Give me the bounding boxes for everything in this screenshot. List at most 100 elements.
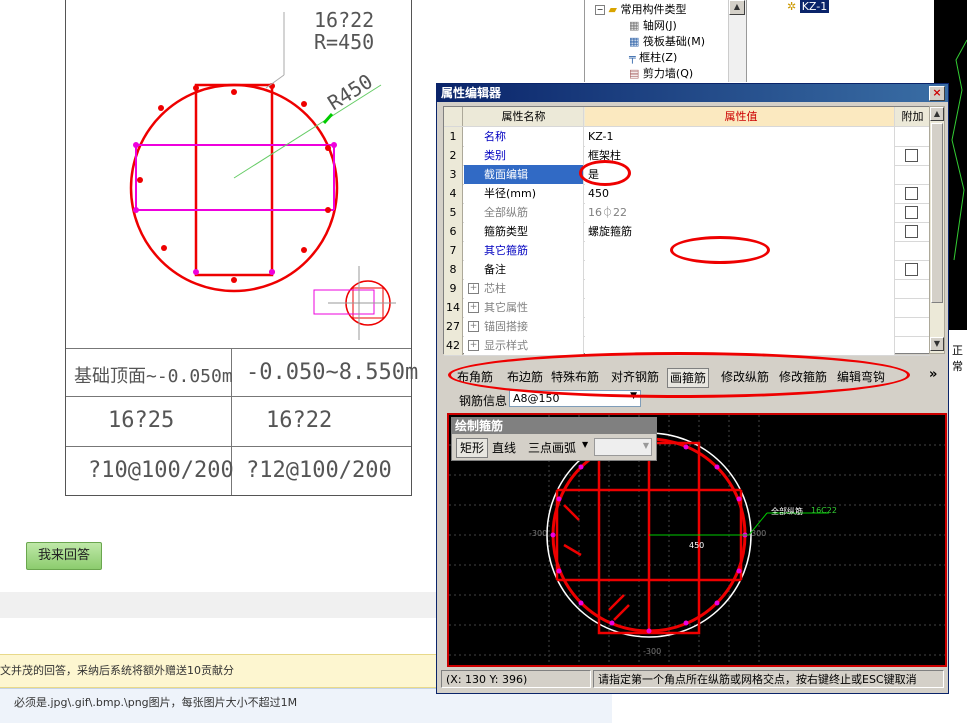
property-row[interactable]: 14 + 其它属性 bbox=[444, 298, 930, 318]
property-value[interactable]: 450 bbox=[585, 184, 895, 203]
stirrup-left: ?10@100/200 bbox=[88, 458, 234, 483]
property-row[interactable]: 2 类别 框架柱 bbox=[444, 146, 930, 166]
header-add: 附加 bbox=[901, 110, 924, 123]
property-add-cell bbox=[895, 203, 930, 222]
window-titlebar[interactable]: 属性编辑器 × bbox=[437, 84, 948, 102]
grid-icon: ▦ bbox=[629, 19, 640, 32]
annotation-ellipse-section bbox=[579, 160, 631, 186]
raft-icon: ▦ bbox=[629, 35, 640, 48]
toolbar-more-button[interactable]: » bbox=[929, 367, 937, 382]
property-value[interactable]: 是 bbox=[585, 165, 895, 184]
property-name: 备注 bbox=[464, 260, 584, 279]
property-name: 全部纵筋 bbox=[464, 203, 584, 222]
longbar-right: 16?22 bbox=[266, 408, 333, 433]
canvas-label-all: 全部纵筋 bbox=[771, 507, 803, 516]
longbar-left: 16?25 bbox=[108, 408, 175, 433]
property-grid: 属性名称 属性值 附加 1 名称 KZ-1 2 类别 框架柱 3 截面编辑是 4 半径(mm) 45… bbox=[443, 106, 931, 356]
scroll-thumb[interactable] bbox=[931, 123, 943, 303]
property-value[interactable] bbox=[585, 298, 895, 317]
rect-tool-button[interactable]: 矩形 bbox=[456, 438, 489, 458]
header-name: 属性名称 bbox=[464, 107, 584, 126]
property-add-cell bbox=[895, 184, 930, 203]
expand-icon[interactable]: + bbox=[468, 283, 479, 294]
property-add-cell bbox=[895, 241, 930, 260]
add-checkbox[interactable] bbox=[905, 263, 918, 276]
property-name: 半径(mm) bbox=[464, 184, 584, 203]
canvas-dim-bottom: -300 bbox=[643, 647, 662, 656]
expand-icon[interactable]: + bbox=[468, 340, 479, 351]
property-value[interactable]: 框架柱 bbox=[585, 146, 895, 165]
property-add-cell bbox=[895, 298, 930, 317]
add-checkbox[interactable] bbox=[905, 149, 918, 162]
hint-text: 必须是.jpg\.gif\.bmp.\png图片，每张图片大小不超过1M bbox=[14, 696, 298, 709]
tree-scrollbar[interactable]: ▲ bbox=[728, 0, 746, 82]
radius-label: R=450 bbox=[314, 30, 375, 54]
property-name: + 锚固搭接 bbox=[464, 317, 584, 336]
grid-scrollbar[interactable]: ▲ ▼ bbox=[929, 106, 945, 354]
folder-icon: ▰ bbox=[608, 3, 617, 16]
column-icon: ╤ bbox=[629, 51, 636, 64]
expand-icon[interactable]: + bbox=[468, 321, 479, 332]
arc-tool-button[interactable]: 三点画弧 bbox=[528, 439, 576, 457]
property-value[interactable]: 16⏀22 bbox=[585, 203, 895, 222]
scroll-up-icon[interactable]: ▲ bbox=[729, 0, 745, 15]
property-row[interactable]: 9 + 芯柱 bbox=[444, 279, 930, 299]
draw-panel-title[interactable]: 绘制箍筋 bbox=[452, 418, 656, 434]
property-row[interactable]: 8 备注 bbox=[444, 260, 930, 280]
grid-header: 属性名称 属性值 附加 bbox=[444, 107, 930, 127]
row-number: 4 bbox=[444, 184, 463, 203]
status-bar: (X: 130 Y: 396) 请指定第一个角点所在纵筋或网格交点，按右键终止或… bbox=[441, 670, 944, 688]
add-checkbox[interactable] bbox=[905, 206, 918, 219]
coords-readout: (X: 130 Y: 396) bbox=[441, 670, 591, 688]
row-number: 1 bbox=[444, 127, 463, 146]
rebar-label-top: 16?22 bbox=[314, 8, 375, 32]
property-name: + 其它属性 bbox=[464, 298, 584, 317]
line-tool-button[interactable]: 直线 bbox=[492, 439, 516, 457]
property-add-cell bbox=[895, 146, 930, 165]
scroll-down-icon[interactable]: ▼ bbox=[930, 337, 944, 351]
property-row[interactable]: 4 半径(mm) 450 bbox=[444, 184, 930, 204]
tree-item-raft[interactable]: ▦ 筏板基础(M) bbox=[629, 33, 705, 49]
property-name: + 显示样式 bbox=[464, 336, 584, 355]
property-name: 名称 bbox=[464, 127, 584, 146]
component-tree: − ▰ 常用构件类型 ▦ 轴网(J) ▦ 筏板基础(M) ╤ 框柱(Z) ▤ 剪… bbox=[584, 0, 747, 82]
tree-item-wall[interactable]: ▤ 剪力墙(Q) bbox=[629, 65, 693, 81]
row-number: 9 bbox=[444, 279, 463, 298]
property-row[interactable]: 3 截面编辑是 bbox=[444, 165, 930, 185]
property-name: 类别 bbox=[464, 146, 584, 165]
property-row[interactable]: 5 全部纵筋 16⏀22 bbox=[444, 203, 930, 223]
property-add-cell bbox=[895, 279, 930, 298]
row-number: 3 bbox=[444, 165, 463, 184]
row-number: 5 bbox=[444, 203, 463, 222]
tree-root[interactable]: − ▰ 常用构件类型 bbox=[595, 1, 686, 17]
canvas-dim-450: 450 bbox=[689, 541, 705, 550]
elevation-left: 基础顶面~-0.050m bbox=[74, 366, 233, 387]
property-value[interactable]: KZ-1 bbox=[585, 127, 895, 146]
close-button[interactable]: × bbox=[929, 86, 945, 101]
property-row[interactable]: 27 + 锚固搭接 bbox=[444, 317, 930, 337]
gear-icon: ✲ bbox=[787, 0, 797, 13]
answer-button[interactable]: 我来回答 bbox=[26, 542, 102, 570]
property-value[interactable] bbox=[585, 279, 895, 298]
property-value[interactable] bbox=[585, 260, 895, 279]
header-value: 属性值 bbox=[585, 107, 895, 126]
notice-text: 文并茂的回答，采纳后系统将额外赠送10贡献分 bbox=[0, 664, 234, 677]
scroll-up-icon[interactable]: ▲ bbox=[930, 107, 944, 121]
tree-item-axis[interactable]: ▦ 轴网(J) bbox=[629, 17, 677, 33]
chevron-down-icon[interactable]: ▼ bbox=[582, 440, 588, 449]
list-item-kz1[interactable]: ✲ KZ-1 bbox=[787, 0, 830, 13]
add-checkbox[interactable] bbox=[905, 225, 918, 238]
draw-stirrup-panel: 绘制箍筋 矩形 直线 三点画弧 ▼ ▼ bbox=[451, 417, 657, 461]
canvas-dim-left: -300 bbox=[529, 529, 548, 538]
property-add-cell bbox=[895, 336, 930, 355]
row-number: 27 bbox=[444, 317, 463, 336]
arc-option-select[interactable]: ▼ bbox=[594, 438, 652, 456]
add-checkbox[interactable] bbox=[905, 187, 918, 200]
chevron-down-icon[interactable]: ▼ bbox=[643, 441, 649, 450]
expand-icon[interactable]: + bbox=[468, 302, 479, 313]
property-row[interactable]: 1 名称 KZ-1 bbox=[444, 127, 930, 147]
property-value[interactable] bbox=[585, 317, 895, 336]
collapse-icon[interactable]: − bbox=[595, 5, 605, 15]
property-add-cell bbox=[895, 165, 930, 184]
tree-item-column[interactable]: ╤ 框柱(Z) bbox=[629, 49, 677, 65]
